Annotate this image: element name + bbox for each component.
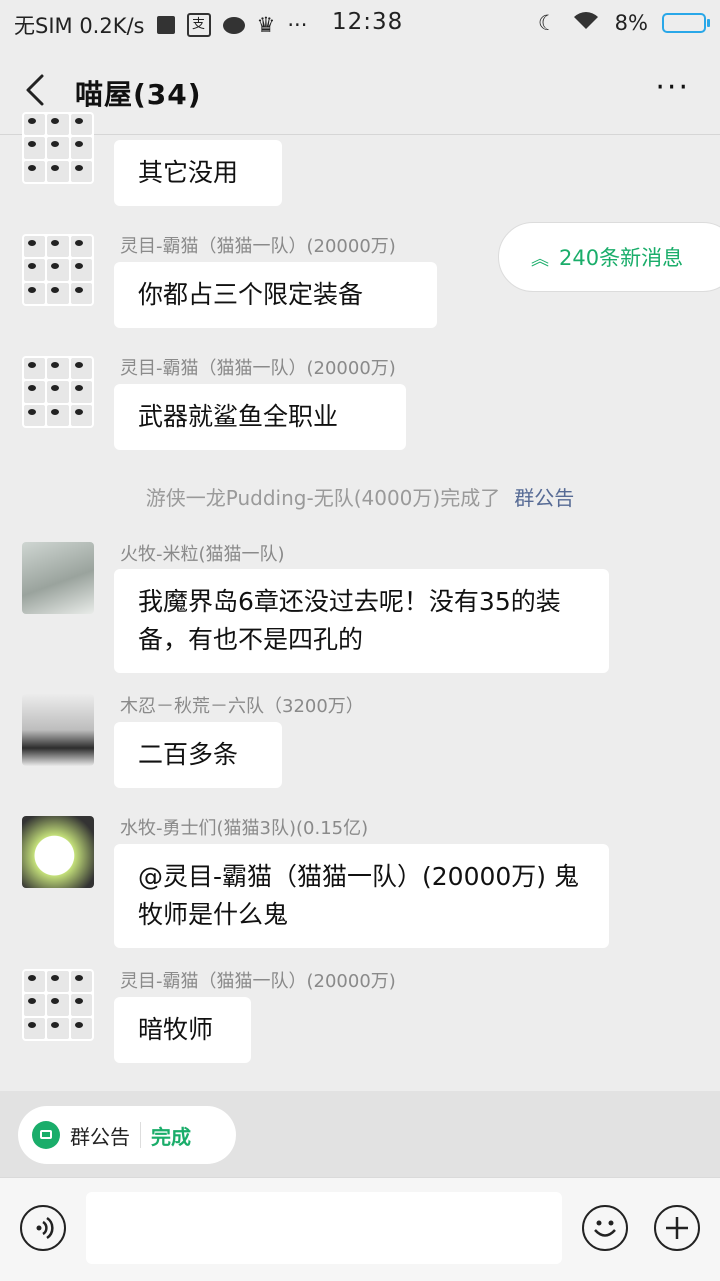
avatar[interactable]	[22, 234, 94, 306]
new-messages-label: 240条新消息	[559, 246, 684, 270]
avatar[interactable]	[22, 542, 94, 614]
sender-name: 灵目-霸猫（猫猫一队）(20000万)	[120, 236, 396, 257]
notification-icon	[156, 16, 175, 34]
message-bubble[interactable]: 你都占三个限定装备	[114, 262, 437, 328]
system-notice: 游侠一龙Pudding-无队(4000万)完成了 群公告	[0, 482, 720, 511]
group-notice-chip[interactable]: 群公告 完成	[18, 1106, 236, 1164]
sender-name: 水牧-勇士们(猫猫3队)(0.15亿)	[120, 818, 369, 839]
message-bubble[interactable]: 二百多条	[114, 722, 282, 788]
emoji-button[interactable]	[582, 1205, 628, 1251]
group-notice-link[interactable]: 群公告	[514, 486, 574, 510]
wifi-icon	[571, 9, 601, 36]
more-options-button[interactable]: ···	[655, 73, 690, 103]
sender-name: 灵目-霸猫（猫猫一队）(20000万)	[120, 971, 396, 992]
sender-name: 木忍－秋荒－六队（3200万）	[120, 696, 364, 717]
more-notifications-icon: ···	[287, 13, 308, 37]
payment-icon: 支	[186, 13, 211, 37]
crown-icon: ♛	[256, 13, 276, 37]
avatar[interactable]	[22, 969, 94, 1041]
smiley-icon	[594, 1220, 616, 1237]
avatar[interactable]	[22, 112, 94, 184]
message-bubble[interactable]: @灵目-霸猫（猫猫一队）(20000万) 鬼牧师是什么鬼	[114, 844, 609, 948]
avatar[interactable]	[22, 356, 94, 428]
system-notice-text: 游侠一龙Pudding-无队(4000万)完成了	[145, 486, 501, 510]
message-bubble[interactable]: 其它没用	[114, 140, 282, 206]
message-input[interactable]	[86, 1192, 562, 1264]
sender-name: 火牧-米粒(猫猫一队)	[120, 544, 285, 565]
message-bubble[interactable]: 我魔界岛6章还没过去呢！没有35的装备，有也不是四孔的	[114, 569, 609, 673]
group-notice-label: 群公告	[70, 1124, 130, 1149]
divider	[140, 1122, 141, 1148]
message-bubble[interactable]: 武器就鲨鱼全职业	[114, 384, 406, 450]
battery-percent: 8%	[614, 10, 648, 35]
chat-header: 喵屋(34) ···	[0, 46, 720, 135]
sender-name: 灵目-霸猫（猫猫一队）(20000万)	[120, 358, 396, 379]
carrier-text: 无SIM 0.2K/s	[14, 14, 145, 38]
avatar[interactable]	[22, 816, 94, 888]
back-button[interactable]	[20, 72, 54, 108]
avatar[interactable]	[22, 694, 94, 766]
chevron-left-icon	[26, 74, 44, 106]
done-button[interactable]: 完成	[151, 1121, 191, 1150]
message-bubble[interactable]: 暗牧师	[114, 997, 251, 1063]
input-bar	[0, 1177, 720, 1281]
notice-bar: 群公告 完成	[0, 1091, 720, 1177]
notice-icon	[32, 1121, 60, 1149]
voice-input-button[interactable]	[20, 1205, 66, 1251]
status-bar: 无SIM 0.2K/s 支 ♛ ··· 12:38 ☾ 8%	[0, 0, 720, 46]
double-chevron-up-icon: ︽	[531, 249, 549, 270]
more-actions-button[interactable]	[654, 1205, 700, 1251]
new-messages-chip[interactable]: ︽ 240条新消息	[498, 222, 720, 292]
plus-icon	[666, 1217, 688, 1239]
page-title: 喵屋(34)	[75, 78, 202, 111]
clock: 12:38	[332, 9, 404, 35]
battery-icon	[662, 12, 710, 33]
moon-icon: ☾	[537, 10, 557, 35]
voice-icon	[36, 1216, 54, 1240]
message-icon	[222, 16, 245, 34]
